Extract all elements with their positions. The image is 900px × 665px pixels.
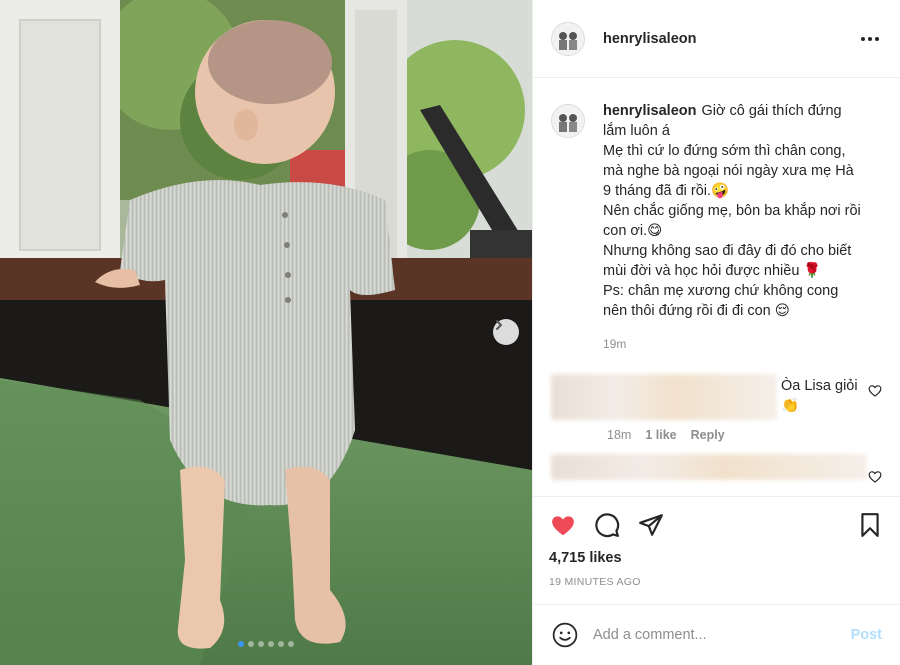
avatar[interactable] — [551, 21, 585, 56]
carousel-dot — [248, 641, 254, 647]
next-photo-button[interactable] — [493, 319, 519, 345]
comment-item — [551, 454, 882, 484]
caption-line: Ps: chân mẹ xương chứ không cong — [603, 283, 839, 299]
caption-line: nên thôi đứng rồi đi đi con 😌 — [603, 303, 790, 319]
emoji-icon — [552, 622, 578, 648]
caption-line: mùi đời và học hỏi được nhiều 🌹 — [603, 263, 822, 279]
like-button[interactable] — [549, 511, 577, 539]
post-photo[interactable] — [0, 0, 532, 665]
comment-timestamp[interactable]: 18m — [607, 428, 631, 442]
comment-meta: 18m 1 like Reply — [607, 428, 882, 442]
add-comment-bar: Post — [533, 604, 900, 665]
heart-outline-icon — [868, 385, 882, 397]
action-bar — [549, 497, 884, 553]
caption-username[interactable]: henrylisaleon — [603, 103, 696, 119]
blurred-comment — [551, 454, 867, 480]
caption-avatar[interactable] — [551, 104, 585, 138]
comment-input[interactable] — [593, 627, 851, 643]
caption-line: Nhưng không sao đi đây đi đó cho biết — [603, 243, 852, 259]
caption-line: henrylisaleon Giờ cô gái thích đứng — [603, 101, 861, 121]
comment-text: Òa Lisa giỏi 👏 — [781, 376, 858, 420]
comment-button[interactable] — [593, 511, 621, 539]
blurred-commenter — [551, 374, 777, 420]
reply-button[interactable]: Reply — [691, 428, 725, 442]
caption-line: 9 tháng đã đi rồi.🤪 — [603, 183, 730, 199]
more-options-button[interactable] — [858, 27, 882, 51]
comment-text-line: Òa Lisa giỏi — [781, 378, 858, 394]
comment-item: Òa Lisa giỏi 👏 — [551, 374, 882, 420]
caption-line: mà nghe bà ngoại nói ngày xưa mẹ Hà — [603, 163, 854, 179]
comments-section[interactable]: henrylisaleon Giờ cô gái thích đứng lắm l… — [533, 79, 900, 496]
carousel-indicator — [0, 641, 532, 647]
post-comment-button[interactable]: Post — [851, 627, 882, 643]
post-header: henrylisaleon — [533, 0, 900, 78]
avatar-image — [553, 23, 583, 54]
caption-line: Nên chắc giống mẹ, bôn ba khắp nơi rồi — [603, 203, 861, 219]
heart-outline-icon — [868, 471, 882, 483]
comment-text-line: 👏 — [781, 398, 800, 414]
caption-line: lắm luôn á — [603, 123, 670, 139]
caption-line: con ơi.😋 — [603, 223, 663, 239]
caption-line: Mẹ thì cứ lo đứng sớm thì chân cong, — [603, 143, 846, 159]
comment-likes[interactable]: 1 like — [645, 428, 676, 442]
bookmark-icon — [861, 513, 879, 537]
carousel-dot-active — [238, 641, 244, 647]
likes-count[interactable]: 4,715 likes — [549, 550, 884, 566]
carousel-dot — [288, 641, 294, 647]
caption-timestamp[interactable]: 19m — [603, 334, 861, 354]
comment-icon — [595, 513, 620, 538]
share-button[interactable] — [637, 511, 665, 539]
comment-like-button[interactable] — [868, 470, 882, 488]
save-button[interactable] — [856, 511, 884, 539]
caption-text: Giờ cô gái thích đứng — [701, 103, 842, 119]
caption-body: henrylisaleon Giờ cô gái thích đứng lắm l… — [603, 101, 861, 354]
carousel-dot — [268, 641, 274, 647]
heart-icon — [552, 516, 574, 536]
header-username[interactable]: henrylisaleon — [603, 31, 696, 47]
more-icon — [861, 36, 879, 41]
comment-like-button[interactable] — [868, 384, 882, 402]
emoji-button[interactable] — [551, 621, 579, 649]
carousel-dot — [278, 641, 284, 647]
baby-standing-photo — [0, 0, 532, 665]
post-timestamp[interactable]: 19 MINUTES AGO — [549, 576, 884, 588]
share-icon — [639, 514, 663, 536]
post-detail-panel: henrylisaleon henrylisaleon Giờ cô gái th… — [532, 0, 900, 665]
carousel-dot — [258, 641, 264, 647]
chevron-right-icon — [496, 320, 502, 330]
caption: henrylisaleon Giờ cô gái thích đứng lắm l… — [551, 101, 882, 354]
avatar-image — [553, 106, 583, 136]
post-actions: 4,715 likes 19 MINUTES AGO — [533, 496, 900, 588]
